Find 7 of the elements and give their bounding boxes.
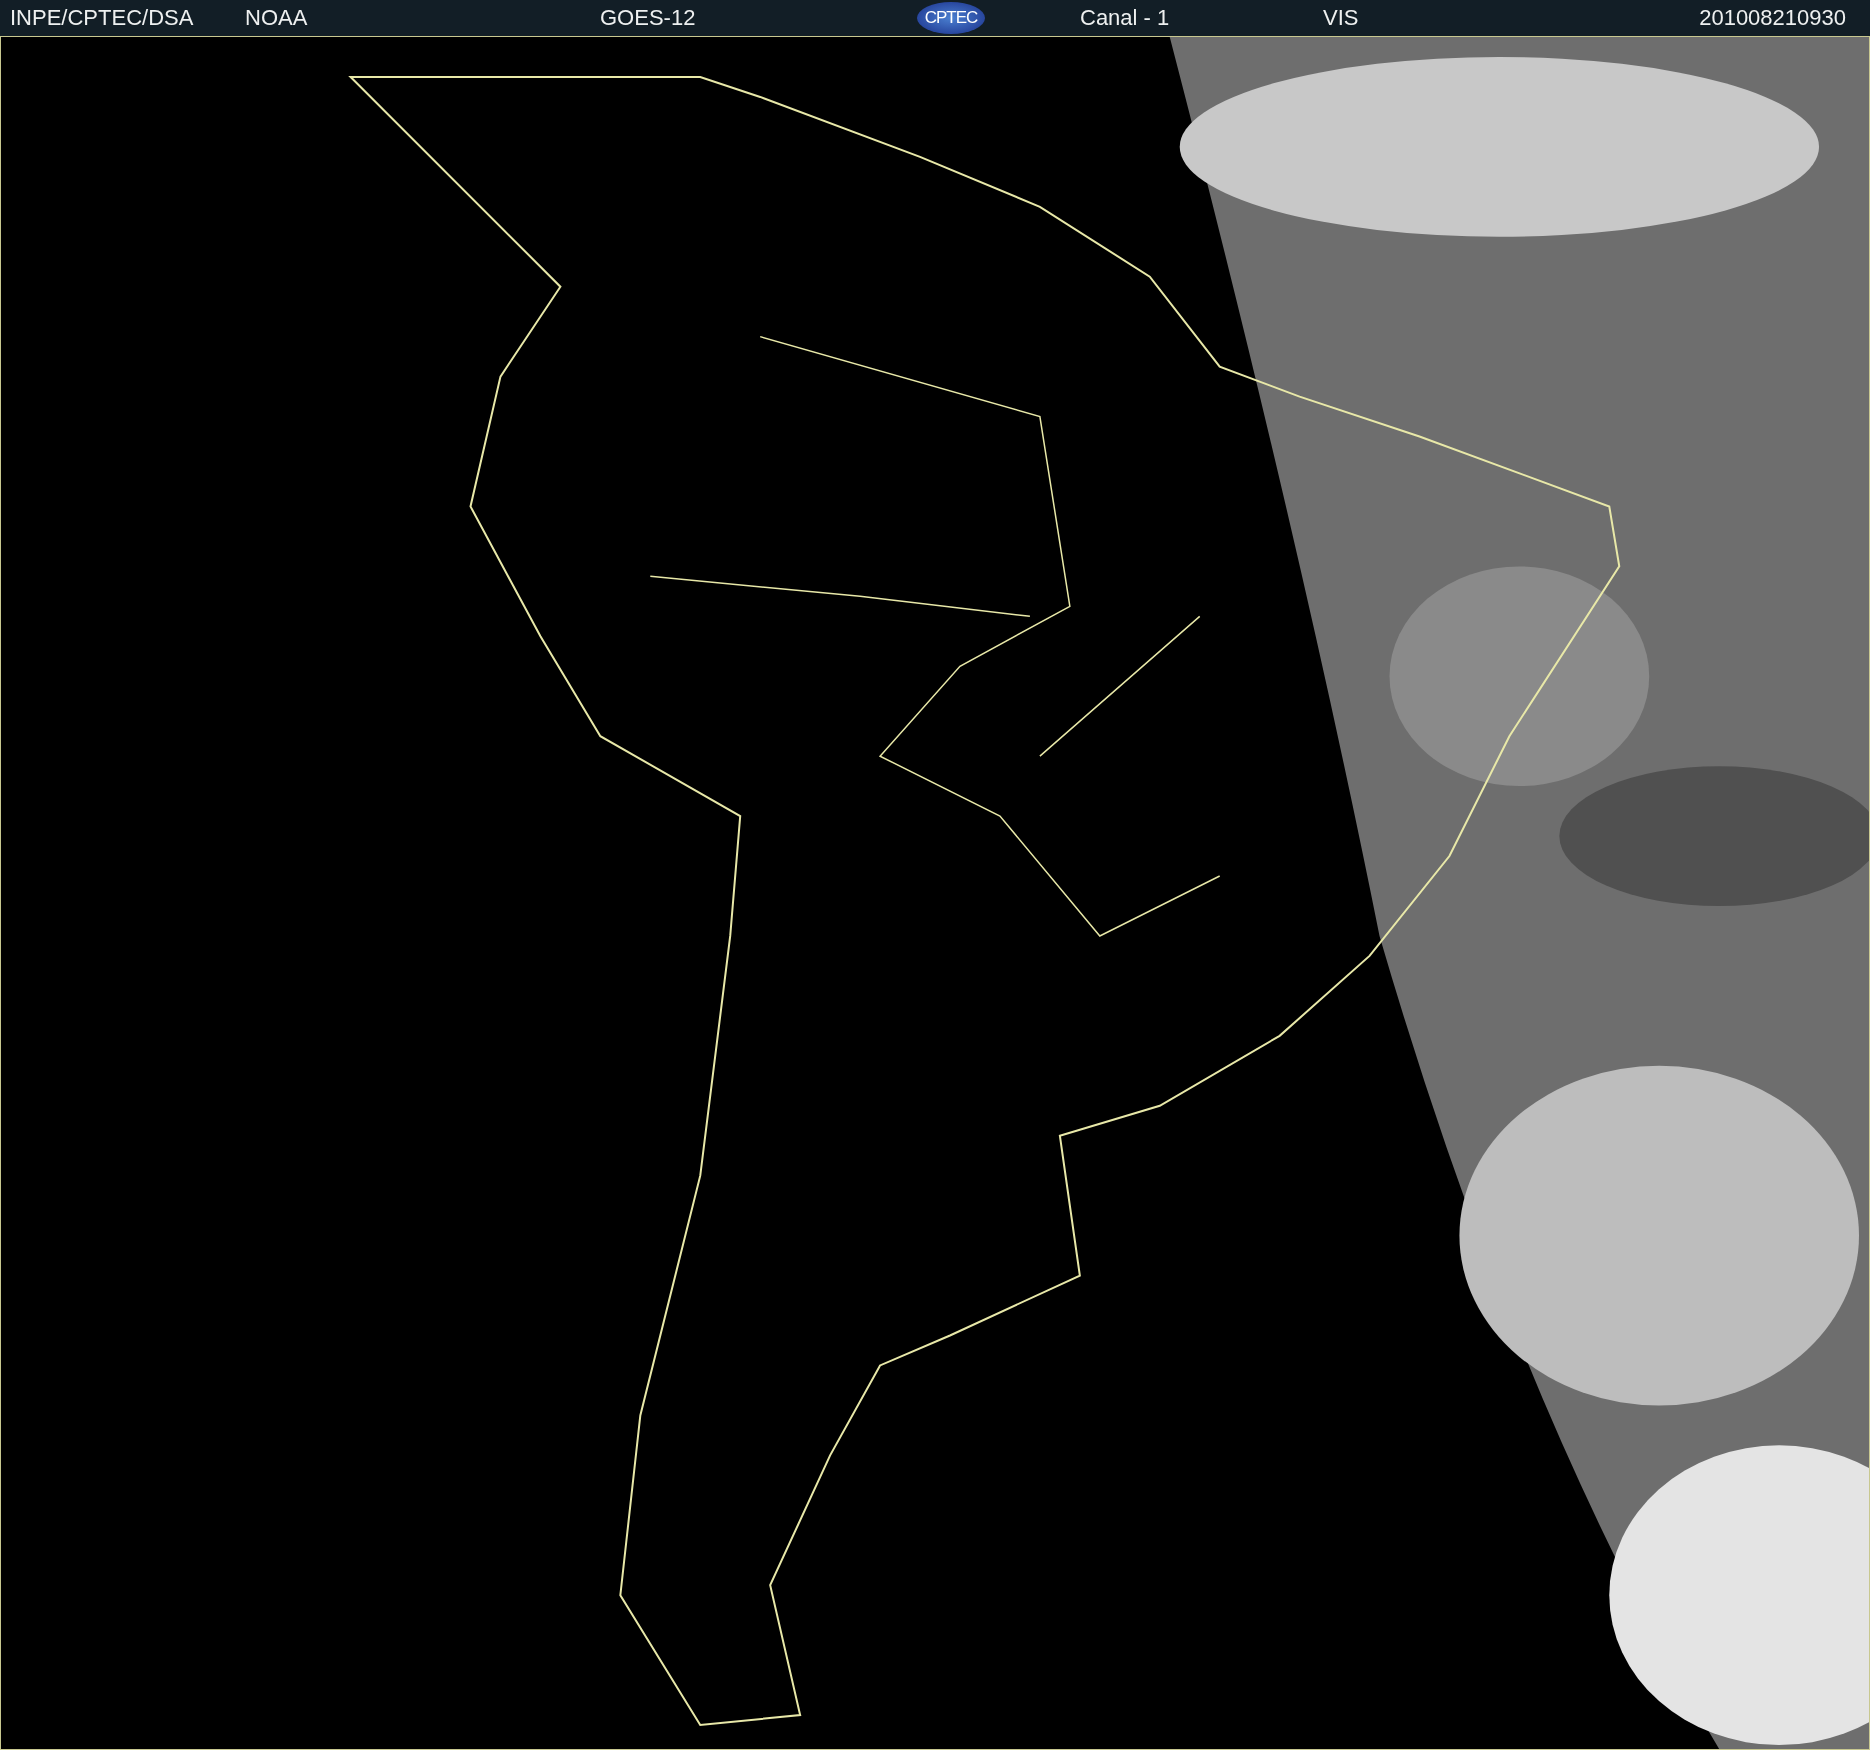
timestamp-label: 201008210930 — [1699, 5, 1846, 31]
agency-label: NOAA — [245, 5, 309, 31]
logo: CPTEC — [917, 2, 985, 34]
satellite-label: GOES-12 — [600, 5, 697, 31]
source-label: INPE/CPTEC/DSA — [9, 5, 195, 31]
band-label: VIS — [1323, 5, 1360, 31]
channel-label: Canal - 1 — [1079, 5, 1171, 31]
